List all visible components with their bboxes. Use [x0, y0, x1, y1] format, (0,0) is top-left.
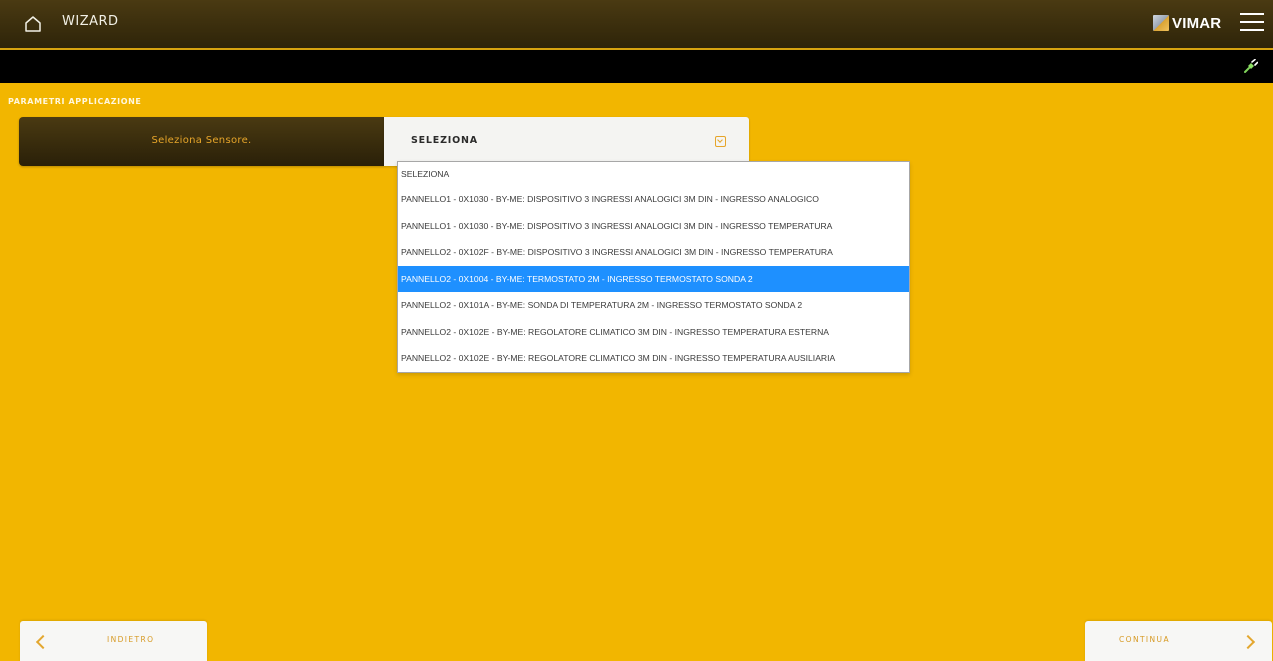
chevron-right-icon	[1240, 634, 1256, 650]
status-bar	[0, 50, 1273, 83]
param-label-box: Seleziona Sensore.	[19, 117, 384, 166]
continue-button-label: CONTINUA	[1119, 635, 1170, 644]
dropdown-option[interactable]: PANNELLO2 - 0X102F - BY-ME: DISPOSITIVO …	[398, 239, 909, 266]
app-header: WIZARD VIMAR	[0, 0, 1273, 50]
section-title: PARAMETRI APPLICAZIONE	[8, 97, 142, 106]
brand-name: VIMAR	[1172, 14, 1222, 32]
dropdown-option[interactable]: PANNELLO2 - 0X101A - BY-ME: SONDA DI TEM…	[398, 292, 909, 319]
param-label: Seleziona Sensore.	[151, 135, 252, 146]
dropdown-option-highlighted[interactable]: PANNELLO2 - 0X1004 - BY-ME: TERMOSTATO 2…	[398, 265, 909, 292]
dropdown-option[interactable]: PANNELLO1 - 0X1030 - BY-ME: DISPOSITIVO …	[398, 186, 909, 213]
sensor-select[interactable]: SELEZIONA	[384, 117, 749, 166]
dropdown-option[interactable]: PANNELLO2 - 0X102E - BY-ME: REGOLATORE C…	[398, 319, 909, 346]
chevron-left-icon	[35, 634, 51, 650]
home-icon[interactable]	[24, 15, 42, 33]
dropdown-option[interactable]: PANNELLO1 - 0X1030 - BY-ME: DISPOSITIVO …	[398, 213, 909, 240]
continue-button[interactable]: CONTINUA	[1085, 621, 1272, 661]
brand-logo-mark	[1153, 15, 1169, 31]
back-button-label: INDIETRO	[107, 635, 155, 644]
brand-logo: VIMAR	[1153, 12, 1221, 34]
back-button[interactable]: INDIETRO	[20, 621, 207, 661]
dropdown-option[interactable]: PANNELLO2 - 0X102E - BY-ME: REGOLATORE C…	[398, 345, 909, 372]
plug-connection-icon[interactable]	[1242, 59, 1258, 75]
sensor-dropdown-list: SELEZIONA PANNELLO1 - 0X1030 - BY-ME: DI…	[397, 161, 910, 373]
page-title: WIZARD	[62, 14, 119, 29]
hamburger-menu-icon[interactable]	[1240, 13, 1264, 33]
chevron-down-icon[interactable]	[715, 136, 726, 147]
select-value: SELEZIONA	[411, 135, 478, 146]
dropdown-option[interactable]: SELEZIONA	[398, 162, 909, 186]
